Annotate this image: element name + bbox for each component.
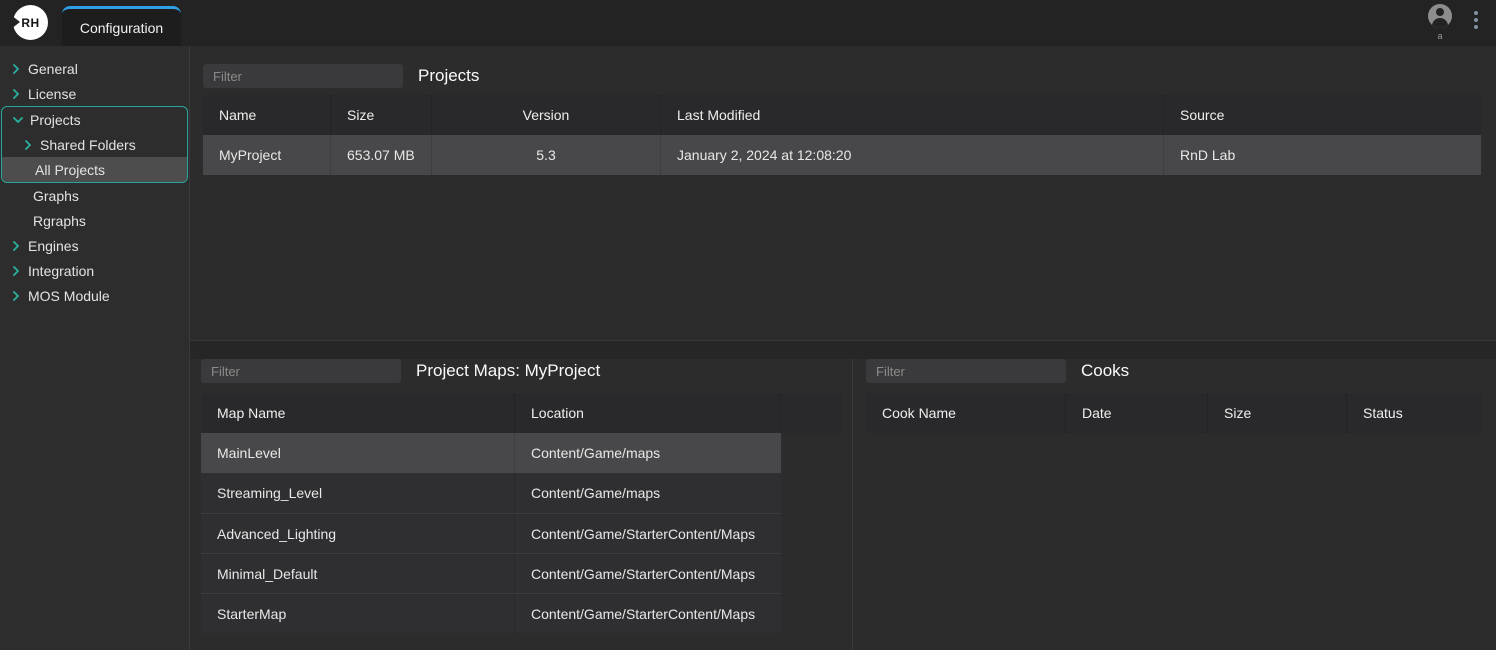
map-row-mainlevel[interactable]: MainLevel Content/Game/maps bbox=[201, 433, 781, 473]
cell-map-name: MainLevel bbox=[201, 433, 515, 473]
column-header-map-name[interactable]: Map Name bbox=[201, 393, 515, 433]
cell-project-size: 653.07 MB bbox=[331, 135, 432, 175]
tree-item-graphs[interactable]: Graphs bbox=[0, 183, 189, 208]
user-avatar-label: a bbox=[1437, 31, 1442, 41]
tree-item-label: General bbox=[28, 61, 78, 77]
tree-item-license[interactable]: License bbox=[0, 81, 189, 106]
project-maps-filter-input[interactable] bbox=[201, 359, 401, 383]
cooks-panel: Cooks Cook Name Date Size Status bbox=[853, 359, 1496, 650]
tab-configuration[interactable]: Configuration bbox=[62, 6, 181, 46]
app-logo-text: RH bbox=[21, 16, 39, 30]
project-row-myproject[interactable]: MyProject 653.07 MB 5.3 January 2, 2024 … bbox=[203, 135, 1481, 175]
column-header-last-modified[interactable]: Last Modified bbox=[661, 95, 1164, 135]
tree-item-label: Rgraphs bbox=[33, 213, 86, 229]
cooks-filter-input[interactable] bbox=[866, 359, 1066, 383]
column-header-version[interactable]: Version bbox=[432, 95, 661, 135]
map-row-minimal-default[interactable]: Minimal_Default Content/Game/StarterCont… bbox=[201, 553, 781, 593]
column-header-date[interactable]: Date bbox=[1066, 393, 1208, 433]
projects-panel-title: Projects bbox=[418, 66, 479, 86]
tree-item-shared-folders[interactable]: Shared Folders bbox=[2, 132, 187, 157]
cell-map-location: Content/Game/StarterContent/Maps bbox=[515, 554, 781, 593]
projects-toolbar: Projects bbox=[203, 64, 1481, 88]
tree-item-integration[interactable]: Integration bbox=[0, 258, 189, 283]
chevron-right-icon bbox=[8, 61, 23, 76]
tree-item-label: Projects bbox=[30, 112, 81, 128]
column-header-size[interactable]: Size bbox=[1208, 393, 1347, 433]
cell-project-last-modified: January 2, 2024 at 12:08:20 bbox=[661, 135, 1164, 175]
bottom-section: Project Maps: MyProject Map Name Locatio… bbox=[190, 341, 1496, 650]
project-maps-panel-title: Project Maps: MyProject bbox=[416, 361, 600, 381]
project-maps-toolbar: Project Maps: MyProject bbox=[201, 359, 852, 383]
chevron-right-icon bbox=[8, 288, 23, 303]
projects-table-header: Name Size Version Last Modified Source bbox=[203, 95, 1481, 135]
project-maps-panel: Project Maps: MyProject Map Name Locatio… bbox=[190, 359, 853, 650]
tree-item-label: Graphs bbox=[33, 188, 79, 204]
tree-item-label: Engines bbox=[28, 238, 79, 254]
cell-map-location: Content/Game/StarterContent/Maps bbox=[515, 514, 781, 553]
tree-item-rgraphs[interactable]: Rgraphs bbox=[0, 208, 189, 233]
cooks-table-header: Cook Name Date Size Status bbox=[866, 393, 1481, 433]
column-header-source[interactable]: Source bbox=[1164, 95, 1481, 135]
tree-item-label: Integration bbox=[28, 263, 94, 279]
cell-map-name: Minimal_Default bbox=[201, 554, 515, 593]
column-header-gutter bbox=[781, 393, 843, 433]
map-row-streaming-level[interactable]: Streaming_Level Content/Game/maps bbox=[201, 473, 781, 513]
tree-item-label: Shared Folders bbox=[40, 137, 136, 153]
kebab-menu-icon[interactable] bbox=[1470, 4, 1482, 36]
top-bar: RH Configuration a bbox=[0, 0, 1496, 46]
chevron-right-icon bbox=[8, 263, 23, 278]
cell-project-source: RnD Lab bbox=[1164, 135, 1481, 175]
chevron-down-icon bbox=[10, 112, 25, 127]
cell-project-name: MyProject bbox=[203, 135, 331, 175]
user-avatar-icon bbox=[1428, 4, 1452, 28]
cell-project-version: 5.3 bbox=[432, 135, 661, 175]
map-row-advanced-lighting[interactable]: Advanced_Lighting Content/Game/StarterCo… bbox=[201, 513, 781, 553]
tree-item-all-projects[interactable]: All Projects bbox=[2, 157, 187, 182]
cell-map-name: StarterMap bbox=[201, 594, 515, 633]
user-account-button[interactable]: a bbox=[1426, 4, 1454, 41]
cell-map-name: Streaming_Level bbox=[201, 473, 515, 513]
tree-item-label: License bbox=[28, 86, 76, 102]
tree-item-engines[interactable]: Engines bbox=[0, 233, 189, 258]
column-header-location[interactable]: Location bbox=[515, 393, 781, 433]
projects-group-highlight: Projects Shared Folders All Projects bbox=[1, 106, 188, 183]
projects-filter-input[interactable] bbox=[203, 64, 403, 88]
cell-map-location: Content/Game/StarterContent/Maps bbox=[515, 594, 781, 633]
column-header-name[interactable]: Name bbox=[203, 95, 331, 135]
tree-item-projects[interactable]: Projects bbox=[2, 107, 187, 132]
column-header-status[interactable]: Status bbox=[1347, 393, 1481, 433]
topbar-actions: a bbox=[1426, 4, 1482, 41]
cell-map-name: Advanced_Lighting bbox=[201, 514, 515, 553]
projects-panel: Projects Name Size Version Last Modified… bbox=[190, 46, 1496, 341]
cooks-panel-title: Cooks bbox=[1081, 361, 1129, 381]
tree-item-label: All Projects bbox=[35, 162, 105, 178]
map-row-startermap[interactable]: StarterMap Content/Game/StarterContent/M… bbox=[201, 593, 781, 633]
main-area: Projects Name Size Version Last Modified… bbox=[190, 46, 1496, 650]
cooks-toolbar: Cooks bbox=[866, 359, 1481, 383]
cell-map-location: Content/Game/maps bbox=[515, 473, 781, 513]
cell-map-location: Content/Game/maps bbox=[515, 433, 781, 473]
tree-item-label: MOS Module bbox=[28, 288, 110, 304]
tree-item-general[interactable]: General bbox=[0, 56, 189, 81]
chevron-right-icon bbox=[8, 238, 23, 253]
chevron-right-icon bbox=[20, 137, 35, 152]
content-area: General License Projects Shared Folders … bbox=[0, 46, 1496, 650]
navigation-tree: General License Projects Shared Folders … bbox=[0, 46, 190, 650]
column-header-size[interactable]: Size bbox=[331, 95, 432, 135]
column-header-cook-name[interactable]: Cook Name bbox=[866, 393, 1066, 433]
app-logo: RH bbox=[13, 5, 48, 40]
chevron-right-icon bbox=[8, 86, 23, 101]
project-maps-table-header: Map Name Location bbox=[201, 393, 843, 433]
tab-configuration-label: Configuration bbox=[80, 20, 163, 36]
tree-item-mos-module[interactable]: MOS Module bbox=[0, 283, 189, 308]
